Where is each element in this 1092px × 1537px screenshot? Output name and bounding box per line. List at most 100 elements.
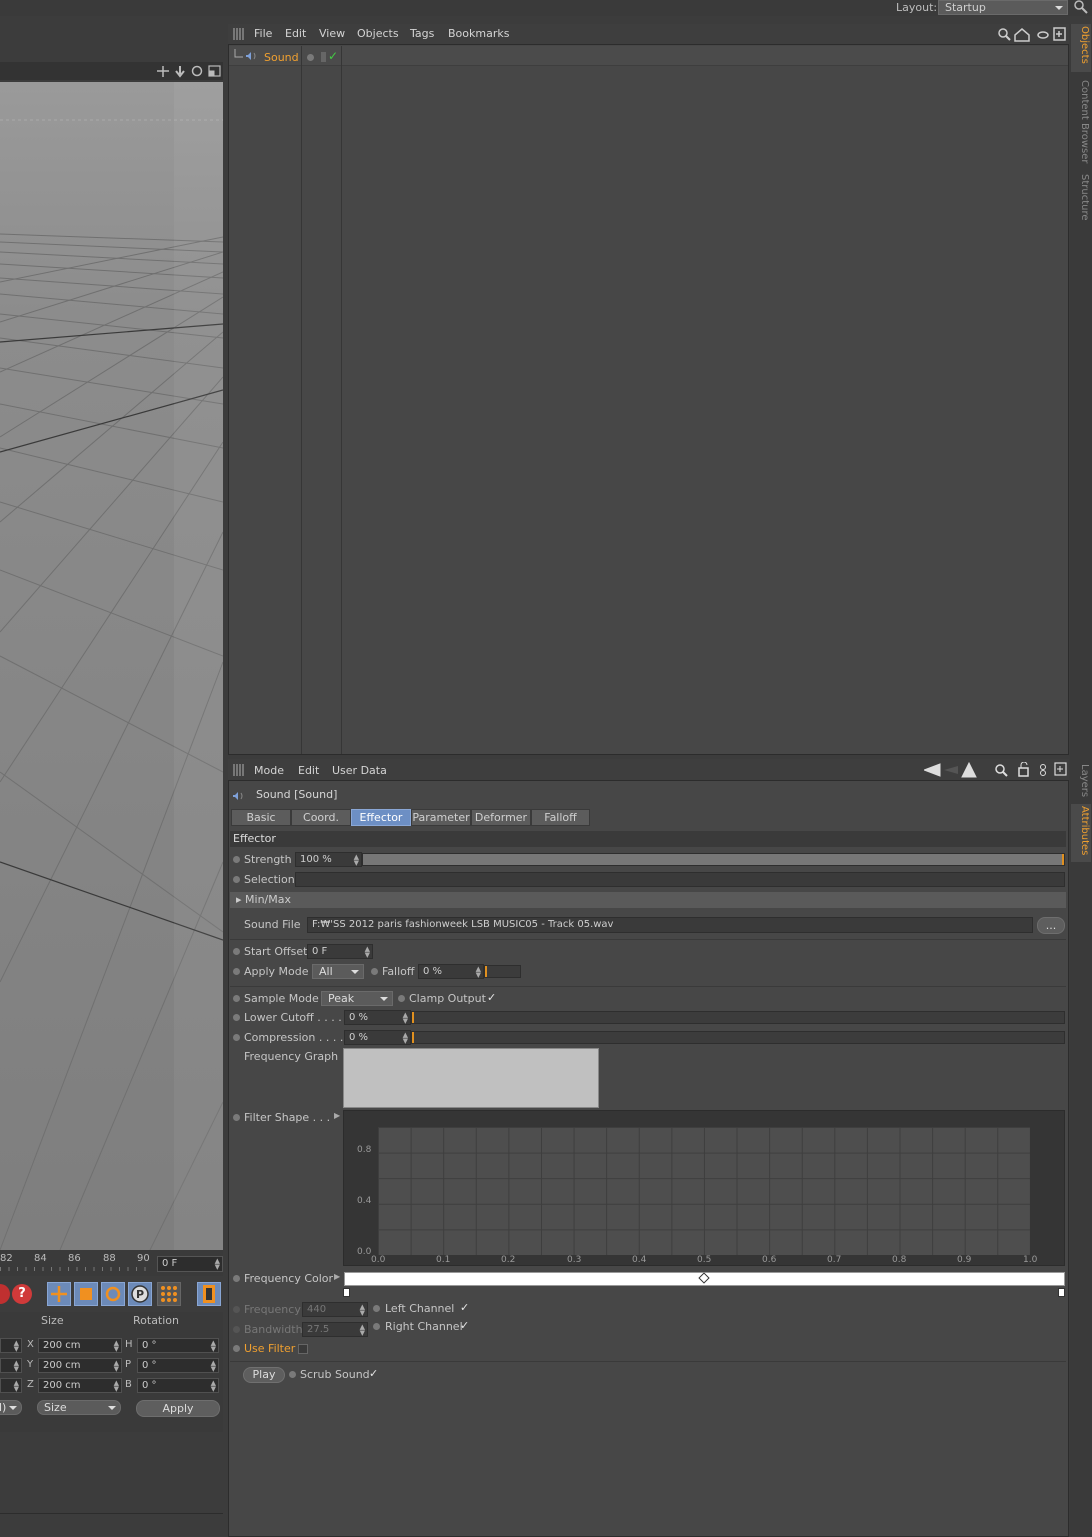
menu-objects[interactable]: Objects [357, 27, 399, 40]
size-mode-select[interactable]: Size [37, 1400, 121, 1415]
apply-button[interactable]: Apply [136, 1400, 220, 1417]
size-x-field[interactable]: 200 cm ▲ ▼ [38, 1338, 122, 1353]
lower-cutoff-field[interactable]: 0 % ▲ ▼ [344, 1010, 411, 1025]
position-x-field[interactable]: ▲ ▼ [0, 1338, 22, 1353]
film-icon[interactable] [197, 1282, 221, 1306]
rotation-b-field[interactable]: 0 ° ▲ ▼ [137, 1378, 219, 1393]
tab-content-browser[interactable]: Content Browser [1072, 80, 1090, 163]
spinner-icon[interactable]: ▲ ▼ [211, 1340, 216, 1353]
param-tool-icon[interactable]: P [128, 1282, 152, 1306]
size-y-field[interactable]: 200 cm ▲ ▼ [38, 1358, 122, 1373]
menu-view[interactable]: View [319, 27, 345, 40]
compression-field[interactable]: 0 % ▲ ▼ [344, 1030, 411, 1045]
keyframe-dot[interactable] [371, 968, 378, 975]
keyframe-dot[interactable] [233, 968, 240, 975]
spinner-icon[interactable]: ▲ ▼ [114, 1380, 119, 1393]
menu-edit[interactable]: Edit [298, 764, 319, 777]
falloff-field[interactable]: 0 % ▲ ▼ [418, 964, 484, 979]
rotation-h-field[interactable]: 0 ° ▲ ▼ [137, 1338, 219, 1353]
strength-slider[interactable] [362, 853, 1065, 866]
help-icon[interactable]: ? [12, 1284, 32, 1304]
menu-mode[interactable]: Mode [254, 764, 284, 777]
am-toolbar-icons[interactable] [924, 762, 1068, 778]
spinner-icon[interactable]: ▲ ▼ [360, 1304, 365, 1317]
spinner-icon[interactable]: ▲ ▼ [211, 1380, 216, 1393]
spinner-icon[interactable]: ▲ ▼ [14, 1340, 19, 1353]
position-z-field[interactable]: ▲ ▼ [0, 1378, 22, 1393]
keyframe-dot[interactable] [233, 1326, 240, 1333]
rotation-p-field[interactable]: 0 ° ▲ ▼ [137, 1358, 219, 1373]
coord-mode-select[interactable]: l) [0, 1400, 22, 1415]
keyframe-dot[interactable] [233, 1014, 240, 1021]
selection-field[interactable] [295, 872, 1065, 887]
keyframe-dot[interactable] [398, 995, 405, 1002]
clamp-output-checkbox[interactable]: ✓ [487, 991, 496, 1004]
falloff-slider[interactable] [484, 965, 521, 978]
menu-bookmarks[interactable]: Bookmarks [448, 27, 509, 40]
menu-file[interactable]: File [254, 27, 272, 40]
spinner-icon[interactable]: ▲ ▼ [114, 1360, 119, 1373]
render-dot[interactable] [321, 52, 326, 62]
minmax-group[interactable]: ▸ Min/Max [230, 892, 1066, 908]
menu-edit[interactable]: Edit [285, 27, 306, 40]
lower-cutoff-slider[interactable] [411, 1011, 1065, 1024]
keyframe-dot[interactable] [233, 995, 240, 1002]
keyframe-dot[interactable] [233, 948, 240, 955]
position-y-field[interactable]: ▲ ▼ [0, 1358, 22, 1373]
keyframe-dot[interactable] [373, 1305, 380, 1312]
scrub-sound-checkbox[interactable]: ✓ [369, 1367, 378, 1380]
gradient-knot-left[interactable] [343, 1288, 350, 1297]
right-channel-checkbox[interactable]: ✓ [460, 1319, 469, 1332]
start-offset-field[interactable]: 0 F ▲ ▼ [307, 944, 373, 959]
expand-arrow-icon[interactable]: ▶ [334, 1272, 340, 1281]
visibility-dot[interactable] [307, 54, 314, 61]
pla-tool-icon[interactable] [157, 1282, 181, 1306]
tab-deformer[interactable]: Deformer [471, 809, 531, 826]
keyframe-dot[interactable] [233, 856, 240, 863]
keyframe-dot[interactable] [233, 1306, 240, 1313]
slider-knob[interactable] [412, 1012, 414, 1023]
tab-basic[interactable]: Basic [231, 809, 291, 826]
frequency-field[interactable]: 440 ▲ ▼ [302, 1302, 368, 1317]
left-channel-checkbox[interactable]: ✓ [460, 1301, 469, 1314]
tab-effector[interactable]: Effector [351, 809, 411, 826]
tab-structure[interactable]: Structure [1072, 174, 1090, 221]
tab-coord[interactable]: Coord. [291, 809, 351, 826]
slider-knob[interactable] [485, 966, 487, 977]
keyframe-dot[interactable] [233, 1275, 240, 1282]
menu-tags[interactable]: Tags [410, 27, 434, 40]
tab-parameter[interactable]: Parameter [411, 809, 471, 826]
gradient-knot-right[interactable] [1058, 1288, 1065, 1297]
keyframe-dot[interactable] [233, 1034, 240, 1041]
spinner-icon[interactable]: ▲ ▼ [476, 966, 481, 979]
spinner-icon[interactable]: ▲ ▼ [354, 854, 359, 867]
search-icon[interactable] [1074, 0, 1090, 15]
sample-mode-select[interactable]: Peak [321, 991, 393, 1006]
use-filter-checkbox[interactable] [298, 1344, 308, 1354]
tab-falloff[interactable]: Falloff [531, 809, 590, 826]
menu-user-data[interactable]: User Data [332, 764, 387, 777]
keyframe-dot[interactable] [233, 876, 240, 883]
slider-knob[interactable] [1062, 854, 1064, 865]
om-toolbar-icons[interactable] [997, 27, 1067, 42]
spinner-icon[interactable]: ▲ ▼ [114, 1340, 119, 1353]
strength-field[interactable]: 100 % ▲ ▼ [295, 852, 362, 867]
layout-select[interactable]: Startup [938, 0, 1068, 15]
keyframe-dot[interactable] [373, 1323, 380, 1330]
spinner-icon[interactable]: ▲ ▼ [14, 1360, 19, 1373]
filter-shape-grid[interactable] [378, 1127, 1030, 1255]
keyframe-dot[interactable] [233, 1114, 240, 1121]
spinner-icon[interactable]: ▲ ▼ [365, 946, 370, 959]
current-frame-field[interactable]: 0 F ▲ ▼ [157, 1256, 223, 1272]
rotate-tool-icon[interactable] [101, 1282, 125, 1306]
slider-knob[interactable] [412, 1032, 414, 1043]
scale-tool-icon[interactable] [74, 1282, 98, 1306]
object-row[interactable] [229, 46, 1068, 66]
tab-objects[interactable]: Objects [1072, 26, 1090, 64]
sound-file-field[interactable]: F:₩'SS 2012 paris fashionweek LSB MUSIC0… [307, 917, 1033, 933]
keyframe-dot[interactable] [233, 1345, 240, 1352]
expand-arrow-icon[interactable]: ▶ [334, 1111, 340, 1120]
spinner-icon[interactable]: ▲ ▼ [215, 1258, 220, 1271]
grip-icon[interactable] [233, 28, 245, 40]
spinner-icon[interactable]: ▲ ▼ [403, 1032, 408, 1045]
